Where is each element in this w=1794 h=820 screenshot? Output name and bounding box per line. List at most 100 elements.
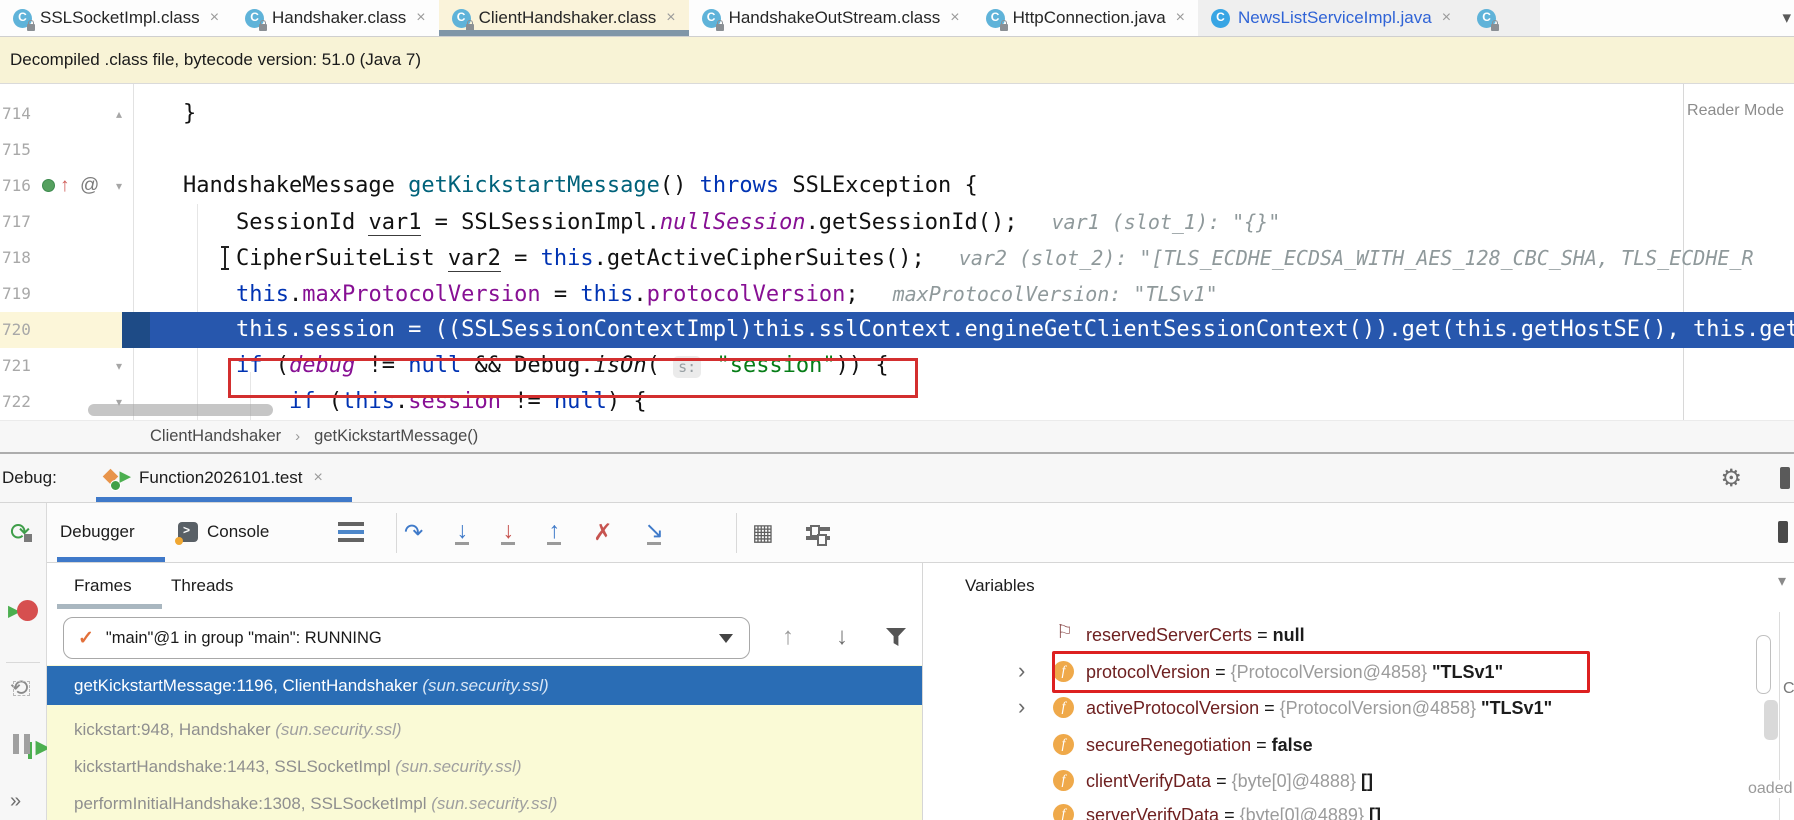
code-line[interactable]: 718 CipherSuiteList var2 = this.getActive… [0, 240, 1794, 276]
editor-tab[interactable]: SSLSocketImpl.class [0, 0, 232, 36]
frame-package: (sun.security.ssl) [395, 757, 521, 776]
field-icon [1053, 697, 1074, 718]
code-text[interactable]: SessionId var1 = SSLSessionImpl.nullSess… [150, 204, 1794, 240]
previous-frame-icon[interactable] [782, 612, 794, 662]
close-icon[interactable] [1176, 9, 1185, 27]
close-icon[interactable] [1442, 9, 1451, 27]
breadcrumb-method[interactable]: getKickstartMessage() [314, 427, 478, 446]
hide-panel-icon[interactable] [1780, 467, 1790, 489]
variable-row[interactable]: clientVerifyData = {byte[0]@4888} [] [923, 763, 1794, 799]
vertical-scrollbar-thumb[interactable] [1764, 700, 1778, 740]
stack-frame-row[interactable]: getKickstartMessage:1196, ClientHandshak… [47, 666, 922, 705]
rerun-icon[interactable]: ⟳ [10, 519, 30, 546]
close-icon[interactable] [666, 9, 675, 27]
settings-sliders-icon[interactable] [806, 527, 830, 531]
code-text[interactable]: this.maxProtocolVersion = this.protocolV… [150, 276, 1794, 312]
variable-name: clientVerifyData [1086, 771, 1211, 791]
expand-chevron-icon[interactable] [1018, 658, 1025, 684]
stack-frame-row[interactable]: performInitialHandshake:1308, SSLSocketI… [47, 786, 922, 820]
expand-chevron-icon[interactable] [1018, 694, 1025, 720]
code-token: var1 [368, 210, 421, 236]
code-line[interactable]: 717SessionId var1 = SSLSessionImpl.nullS… [0, 204, 1794, 240]
code-editor[interactable]: 714}715716HandshakeMessage getKickstartM… [0, 84, 1794, 420]
variable-row[interactable]: reservedServerCerts = null [923, 617, 1794, 653]
code-text[interactable]: this.session = ((SSLSessionContextImpl)t… [150, 312, 1794, 348]
editor-tab[interactable]: ClientHandshaker.class [439, 0, 689, 36]
debug-session-tab[interactable]: Function2026101.test [96, 454, 331, 502]
force-step-into-icon[interactable]: ↓ [501, 519, 515, 545]
active-tab-underline [96, 497, 352, 502]
code-line[interactable]: 714} [0, 96, 1794, 132]
editor-tab[interactable]: HandshakeOutStream.class [689, 0, 973, 36]
code-text[interactable]: HandshakeMessage getKickstartMessage() t… [150, 168, 1794, 204]
layout-menu-icon[interactable] [338, 522, 364, 526]
chevron-down-icon[interactable] [1782, 8, 1791, 28]
close-icon[interactable] [950, 9, 959, 27]
variable-row[interactable]: serverVerifyData = {byte[0]@4889} [] [923, 797, 1794, 820]
filter-frames-icon[interactable] [886, 628, 906, 646]
tab-console[interactable]: Console [178, 503, 269, 561]
code-line[interactable]: 720this.session = ((SSLSessionContextImp… [0, 312, 1794, 348]
console-icon [178, 522, 198, 542]
code-text[interactable]: } [150, 96, 1794, 132]
vertical-scrollbar-thumb[interactable] [1756, 635, 1771, 694]
code-line[interactable]: 715 [0, 132, 1794, 168]
editor-tab[interactable]: NewsListServiceImpl.java [1198, 0, 1464, 36]
frame-location: kickstartHandshake:1443, SSLSocketImpl [74, 757, 395, 776]
line-number: 715 [2, 132, 38, 168]
next-frame-icon[interactable] [836, 612, 848, 662]
stop-icon[interactable] [10, 599, 40, 623]
code-token: this [541, 246, 594, 271]
step-into-icon[interactable]: ↓ [455, 519, 469, 545]
line-number: 722 [2, 384, 38, 420]
thread-selector-dropdown[interactable]: "main"@1 in group "main": RUNNING [63, 617, 750, 659]
editor-tab[interactable]: Handshaker.class [232, 0, 439, 36]
editor-tab[interactable] [1464, 0, 1540, 36]
variable-ref: {byte[0]@4888} [1232, 771, 1361, 791]
fold-down-icon[interactable] [110, 348, 128, 384]
step-actions: ↷ ↓ ↓ ↑ ✗ ↘ [404, 503, 664, 561]
code-line[interactable]: 719this.maxProtocolVersion = this.protoc… [0, 276, 1794, 312]
code-token: this [580, 282, 633, 307]
horizontal-scrollbar[interactable] [88, 404, 273, 416]
restore-layout-icon[interactable] [1778, 521, 1788, 543]
editor-tab[interactable]: HttpConnection.java [973, 0, 1198, 36]
breadcrumb-class[interactable]: ClientHandshaker [150, 427, 281, 446]
fold-down-icon[interactable] [110, 168, 128, 204]
lock-icon [27, 24, 35, 31]
close-icon[interactable] [210, 9, 219, 27]
code-line[interactable]: 716HandshakeMessage getKickstartMessage(… [0, 168, 1794, 204]
tab-threads[interactable]: Threads [171, 563, 233, 609]
step-over-icon[interactable]: ↷ [404, 521, 423, 543]
more-icon[interactable]: » [10, 790, 21, 813]
code-text[interactable]: CipherSuiteList var2 = this.getActiveCip… [150, 240, 1794, 276]
code-text[interactable] [150, 132, 1794, 168]
frame-location: performInitialHandshake:1308, SSLSocketI… [74, 794, 431, 813]
run-marker-icon[interactable] [42, 179, 55, 192]
line-number: 718 [2, 240, 38, 276]
fold-up-icon[interactable] [110, 96, 128, 132]
chevron-down-icon[interactable] [1778, 571, 1786, 591]
field-icon [1053, 734, 1074, 755]
close-icon[interactable] [314, 469, 323, 487]
stack-frame-row[interactable]: kickstartHandshake:1443, SSLSocketImpl (… [47, 749, 922, 785]
drop-frame-icon[interactable]: ✗ [593, 521, 612, 543]
variable-row[interactable]: activeProtocolVersion = {ProtocolVersion… [923, 690, 1794, 726]
equals-sign: = [1252, 625, 1273, 645]
run-to-cursor-icon[interactable]: ↘ [645, 519, 664, 545]
refresh-icon[interactable]: ⟲ [10, 675, 28, 700]
decompiled-banner: Decompiled .class file, bytecode version… [0, 36, 1794, 84]
variable-row[interactable]: secureRenegotiation = false [923, 727, 1794, 763]
step-out-icon[interactable]: ↑ [547, 519, 561, 545]
variable-text: activeProtocolVersion = {ProtocolVersion… [1086, 690, 1552, 726]
tab-frames[interactable]: Frames [74, 563, 132, 609]
stack-frame-row[interactable]: kickstart:948, Handshaker (sun.security.… [47, 712, 922, 748]
close-icon[interactable] [416, 9, 425, 27]
reader-mode-link[interactable]: Reader Mode [1687, 102, 1784, 120]
tab-debugger[interactable]: Debugger [60, 503, 135, 561]
navigate-up-icon[interactable] [60, 168, 70, 204]
pause-icon[interactable] [13, 734, 19, 754]
equals-sign: = [1211, 771, 1232, 791]
view-as-table-icon[interactable] [752, 503, 774, 561]
gear-icon[interactable] [1720, 464, 1742, 493]
